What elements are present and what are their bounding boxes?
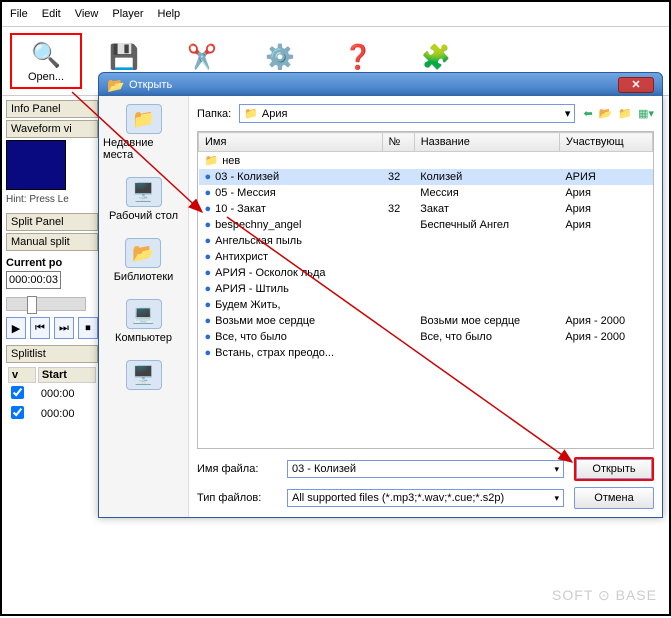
split-row[interactable]: 000:00 (8, 405, 96, 423)
question-icon: ❓ (342, 41, 374, 73)
gear-icon: ⚙️ (264, 41, 296, 73)
col-no[interactable]: № (382, 133, 414, 152)
splitlist-label: Splitlist (6, 345, 98, 363)
file-row[interactable]: ●Встань, страх преодо... (199, 345, 653, 361)
info-panel-label: Info Panel (6, 100, 98, 118)
watermark: SOFT ⊙ BASE (552, 587, 657, 604)
dialog-titlebar[interactable]: 📂 Открыть ✕ (98, 72, 663, 97)
file-row[interactable]: ●03 - Колизей32КолизейАРИЯ (199, 169, 653, 185)
folder-label: Папка: (197, 108, 231, 120)
split-check[interactable] (11, 386, 24, 399)
floppy-icon: 💾 (108, 41, 140, 73)
sidebar-recent[interactable]: 📁Недавние места (103, 104, 184, 161)
col-title[interactable]: Название (414, 133, 559, 152)
stop-button[interactable]: ⏹ (78, 317, 98, 339)
menu-file[interactable]: File (10, 8, 28, 20)
split-row[interactable]: 000:00 (8, 385, 96, 403)
chevron-down-icon: ▾ (565, 107, 571, 120)
chevron-down-icon: ▾ (554, 493, 559, 504)
dialog-icon: 📂 (107, 77, 123, 93)
file-row[interactable]: ●Антихрист (199, 249, 653, 265)
up-icon[interactable]: 📂 (599, 107, 613, 120)
menu-edit[interactable]: Edit (42, 8, 61, 20)
manual-split-label: Manual split (6, 233, 98, 251)
waveform-label: Waveform vi (6, 120, 98, 138)
dialog-cancel-button[interactable]: Отмена (574, 487, 654, 509)
sidebar-network[interactable]: 🖥️ (126, 360, 162, 390)
dialog-sidebar: 📁Недавние места 🖥️Рабочий стол 📂Библиоте… (99, 96, 189, 517)
magnifier-icon: 🔍 (30, 39, 62, 71)
file-row[interactable]: ●05 - МессияМессияАрия (199, 185, 653, 201)
library-icon: 📂 (125, 238, 161, 268)
audio-file-icon: ● (205, 331, 212, 343)
current-time: 000:00:03 (6, 271, 61, 289)
waveform-display (6, 140, 66, 190)
current-pos-label: Current po (6, 257, 98, 269)
scissors-icon: ✂️ (186, 41, 218, 73)
open-dialog: 📁Недавние места 🖥️Рабочий стол 📂Библиоте… (98, 96, 663, 518)
desktop-icon: 🖥️ (126, 177, 162, 207)
audio-file-icon: ● (205, 283, 212, 295)
filetype-label: Тип файлов: (197, 492, 277, 504)
next-button[interactable]: ⏭ (54, 317, 74, 339)
file-row[interactable]: ●Будем Жить, (199, 297, 653, 313)
menubar: File Edit View Player Help (2, 2, 669, 27)
slider-thumb[interactable] (27, 296, 37, 314)
audio-file-icon: ● (205, 235, 212, 247)
file-row[interactable]: ●Возьми мое сердцеВозьми мое сердцеАрия … (199, 313, 653, 329)
monitor-icon: 🖥️ (126, 360, 162, 390)
menu-view[interactable]: View (75, 8, 99, 20)
views-icon[interactable]: ▦▾ (638, 107, 654, 120)
computer-icon: 💻 (126, 299, 162, 329)
left-panel: Info Panel Waveform vi Hint: Press Le Sp… (2, 96, 102, 429)
audio-file-icon: ● (205, 187, 212, 199)
puzzle-icon: 🧩 (420, 41, 452, 73)
filename-label: Имя файла: (197, 463, 277, 475)
col-artist[interactable]: Участвующ (559, 133, 652, 152)
audio-file-icon: ● (205, 267, 212, 279)
position-slider[interactable] (6, 297, 86, 311)
filetype-combo[interactable]: All supported files (*.mp3;*.wav;*.cue;*… (287, 489, 564, 507)
close-button[interactable]: ✕ (618, 77, 654, 93)
prev-button[interactable]: ⏮ (30, 317, 50, 339)
sidebar-computer[interactable]: 💻Компьютер (115, 299, 172, 344)
audio-file-icon: ● (205, 315, 212, 327)
split-check[interactable] (11, 406, 24, 419)
filename-combo[interactable]: 03 - Колизей▾ (287, 460, 564, 478)
file-row[interactable]: ●10 - Закат32ЗакатАрия (199, 201, 653, 217)
dialog-open-button[interactable]: Открыть (574, 457, 654, 481)
menu-help[interactable]: Help (158, 8, 181, 20)
file-row[interactable]: ●bespechny_angelБеспечный АнгелАрия (199, 217, 653, 233)
folder-icon: 📁 (205, 155, 219, 167)
sidebar-desktop[interactable]: 🖥️Рабочий стол (109, 177, 178, 222)
folder-icon: 📁 (126, 104, 162, 134)
col-name[interactable]: Имя (199, 133, 383, 152)
file-row[interactable]: ●Ангельская пыль (199, 233, 653, 249)
splitlist: Splitlist vStart 000:00 000:00 (6, 345, 98, 425)
dialog-title: Открыть (129, 79, 172, 91)
player-controls: ▶ ⏮ ⏭ ⏹ (6, 317, 98, 339)
folder-combo[interactable]: 📁 Ария ▾ (239, 104, 575, 123)
audio-file-icon: ● (205, 347, 212, 359)
audio-file-icon: ● (205, 251, 212, 263)
chevron-down-icon: ▾ (554, 464, 559, 475)
play-button[interactable]: ▶ (6, 317, 26, 339)
audio-file-icon: ● (205, 171, 212, 183)
file-row[interactable]: ●Все, что былоВсе, что былоАрия - 2000 (199, 329, 653, 345)
file-row[interactable]: ●АРИЯ - Штиль (199, 281, 653, 297)
file-row[interactable]: 📁нев (199, 152, 653, 170)
hint-text: Hint: Press Le (6, 194, 98, 205)
newfolder-icon[interactable]: 📁 (618, 107, 632, 120)
split-panel-label: Split Panel (6, 213, 98, 231)
back-icon[interactable]: ⬅ (583, 107, 592, 120)
folder-icon: 📁 (244, 107, 258, 120)
audio-file-icon: ● (205, 299, 212, 311)
open-button[interactable]: 🔍Open... (10, 33, 82, 89)
audio-file-icon: ● (205, 203, 212, 215)
audio-file-icon: ● (205, 219, 212, 231)
sidebar-libraries[interactable]: 📂Библиотеки (114, 238, 174, 283)
file-list[interactable]: Имя № Название Участвующ 📁нев●03 - Колиз… (197, 131, 654, 449)
menu-player[interactable]: Player (112, 8, 143, 20)
file-row[interactable]: ●АРИЯ - Осколок льда (199, 265, 653, 281)
